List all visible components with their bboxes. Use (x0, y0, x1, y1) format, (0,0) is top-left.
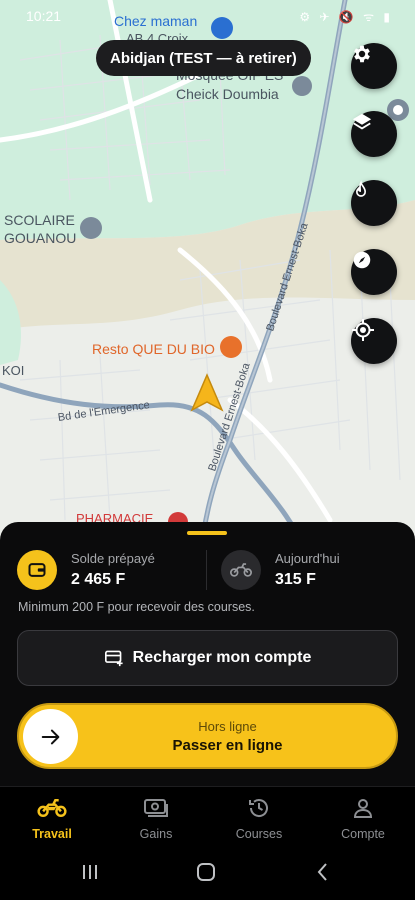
status-icons: ⚙ ✈ 🔇 ᯤ ▮ (299, 10, 393, 24)
nav-label: Compte (341, 827, 385, 841)
today-label: Aujourd'hui (275, 551, 340, 566)
wallet-icon (17, 550, 57, 590)
stat-divider (206, 550, 207, 590)
compass-button[interactable] (351, 249, 397, 295)
balance-label: Solde prépayé (71, 551, 155, 566)
history-icon (214, 795, 304, 821)
nav-label: Travail (32, 827, 72, 841)
recenter-button[interactable] (351, 318, 397, 364)
go-online-slider[interactable]: Hors ligne Passer en ligne (17, 703, 398, 769)
map-resto-label[interactable]: Resto QUE DU BIO (92, 341, 215, 357)
balance-value: 2 465 F (71, 571, 126, 588)
nav-item-gains[interactable]: Gains (111, 795, 201, 841)
map-school-label-2[interactable]: GOUANOU (4, 230, 76, 246)
status-bar: 10:21 ⚙ ✈ 🔇 ᯤ ▮ (0, 0, 415, 32)
offline-status-label: Hors ligne (198, 719, 257, 734)
bottom-navigation: Travail Gains Courses Compte (0, 786, 415, 846)
nav-item-courses[interactable]: Courses (214, 795, 304, 841)
map-area-label: KOI (2, 363, 25, 378)
driver-location-arrow (190, 373, 224, 412)
nav-item-travail[interactable]: Travail (7, 795, 97, 841)
nav-label: Gains (139, 827, 173, 841)
flame-icon (355, 180, 367, 197)
driver-bottom-sheet: Solde prépayé 2 465 F Aujourd'hui 315 F … (0, 522, 415, 790)
today-value: 315 F (275, 571, 316, 588)
city-chip[interactable]: Abidjan (TEST — à retirer) (96, 40, 311, 76)
user-icon (318, 795, 408, 821)
heatmap-button[interactable] (351, 180, 397, 226)
recharge-account-button[interactable]: Recharger mon compte (17, 630, 398, 686)
today-earnings-stat: Aujourd'hui 315 F (221, 550, 340, 590)
recharge-label: Recharger mon compte (132, 649, 312, 666)
motorcycle-icon (221, 550, 261, 590)
minimum-balance-hint: Minimum 200 F pour recevoir des courses. (18, 600, 255, 614)
map-layers-button[interactable] (351, 111, 397, 157)
nav-label: Courses (235, 827, 283, 841)
money-icon (111, 795, 201, 821)
locate-icon (352, 319, 374, 341)
motorcycle-icon (7, 795, 97, 821)
status-time: 10:21 (26, 8, 62, 24)
layers-icon (352, 113, 372, 130)
recent-apps-icon[interactable] (80, 862, 100, 882)
system-navigation-bar (0, 846, 415, 900)
nav-item-compte[interactable]: Compte (318, 795, 408, 841)
map-school-label[interactable]: SCOLAIRE (4, 212, 75, 228)
map-mosque-label-2[interactable]: Cheick Doumbia (176, 86, 279, 102)
compass-icon (353, 251, 371, 269)
gear-icon (354, 45, 370, 63)
card-add-icon (104, 650, 123, 667)
sheet-drag-handle[interactable] (187, 531, 227, 535)
go-online-label: Passer en ligne (172, 737, 283, 754)
map-view[interactable]: Chez maman AB 4 Croix Mosquée OIF ES Che… (0, 0, 415, 560)
back-icon[interactable] (313, 862, 333, 882)
home-icon[interactable] (196, 862, 216, 882)
balance-stat: Solde prépayé 2 465 F (17, 550, 155, 590)
settings-button[interactable] (351, 43, 397, 89)
